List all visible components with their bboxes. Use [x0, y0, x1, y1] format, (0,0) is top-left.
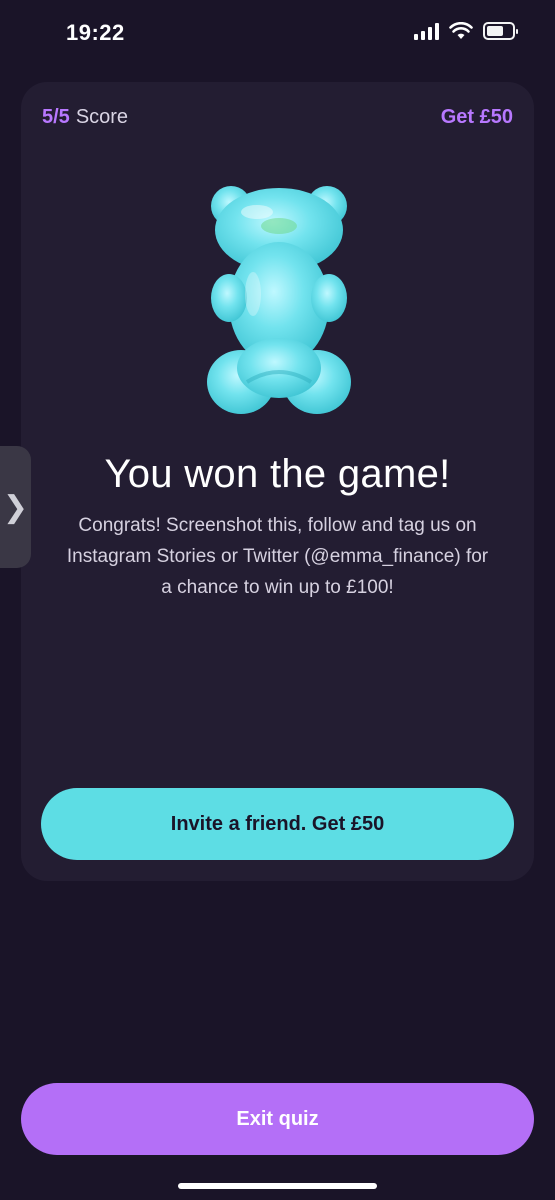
- side-drawer-handle[interactable]: ❯: [0, 446, 31, 568]
- score-display: 5/5 Score: [42, 106, 128, 129]
- cellular-signal-icon: [414, 22, 439, 40]
- score-label: Score: [75, 106, 129, 128]
- result-card: 5/5 Score Get £50 You won the game! Cong…: [21, 82, 534, 881]
- wifi-icon: [449, 22, 473, 39]
- result-title: You won the game!: [104, 452, 451, 496]
- status-icons: [414, 22, 518, 40]
- score-value: 5/5: [42, 106, 70, 128]
- quiz-result-screen: 19:22 5/5 Score Get £50 You won the game…: [0, 0, 555, 1200]
- home-indicator[interactable]: [178, 1183, 377, 1189]
- battery-icon: [483, 22, 518, 40]
- chevron-right-icon: ❯: [2, 490, 29, 524]
- invite-friend-button[interactable]: Invite a friend. Get £50: [41, 788, 514, 860]
- result-message: Congrats! Screenshot this, follow and ta…: [66, 515, 489, 598]
- status-bar: 19:22: [0, 0, 555, 64]
- status-time: 19:22: [66, 20, 125, 45]
- exit-quiz-button[interactable]: Exit quiz: [21, 1083, 534, 1155]
- get-reward-link[interactable]: Get £50: [441, 106, 513, 129]
- gummy-bear-icon: [207, 186, 351, 414]
